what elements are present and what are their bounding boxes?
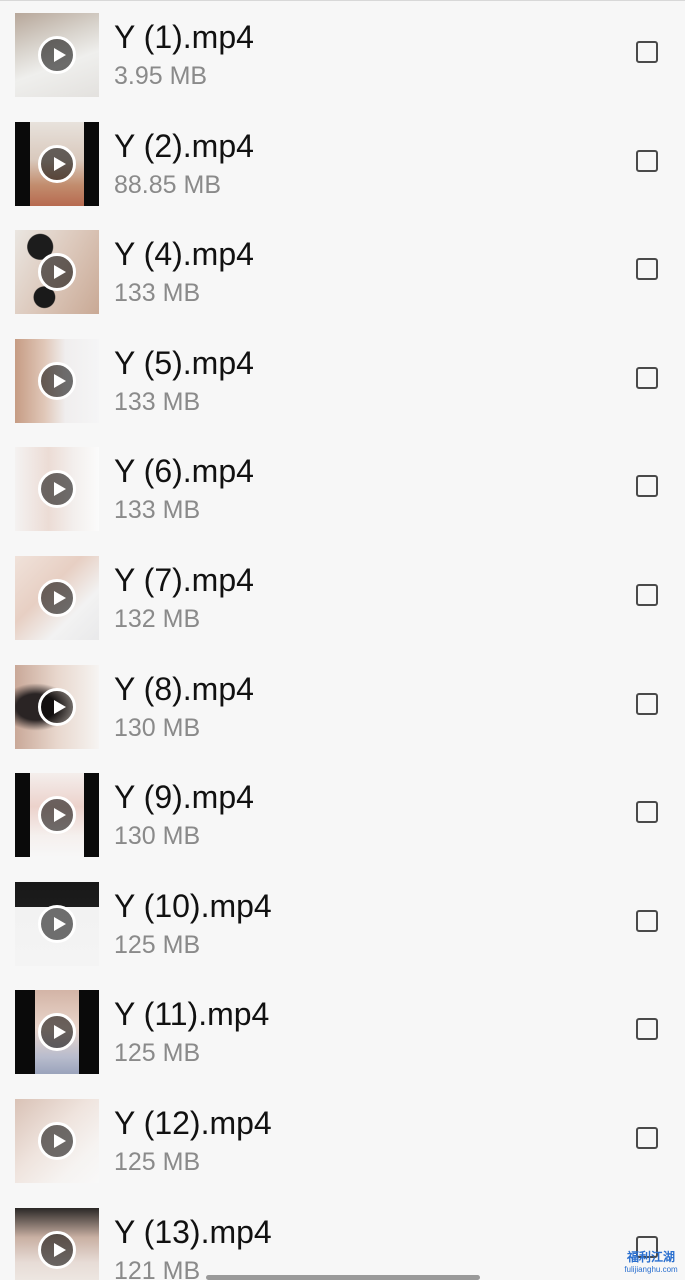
list-item[interactable]: Y (13).mp4 121 MB: [0, 1193, 685, 1280]
checkbox-icon[interactable]: [636, 909, 658, 932]
checkbox-icon[interactable]: [636, 366, 658, 389]
video-thumbnail: [15, 881, 99, 966]
play-icon: [38, 578, 76, 617]
list-item[interactable]: Y (10).mp4 125 MB: [0, 867, 685, 976]
play-icon: [38, 253, 76, 292]
file-name: Y (1).mp4: [114, 19, 254, 55]
checkbox-icon[interactable]: [636, 41, 658, 63]
video-thumbnail: [15, 664, 99, 749]
list-item[interactable]: Y (5).mp4 133 MB: [0, 324, 685, 433]
play-icon: [38, 796, 76, 835]
play-icon: [38, 36, 76, 74]
file-name: Y (6).mp4: [114, 453, 254, 490]
file-name: Y (13).mp4: [114, 1213, 272, 1250]
file-name: Y (5).mp4: [114, 344, 254, 381]
file-size: 88.85 MB: [114, 170, 222, 199]
list-item[interactable]: Y (8).mp4 130 MB: [0, 650, 685, 759]
list-item[interactable]: Y (1).mp4 3.95 MB: [0, 1, 685, 107]
checkbox-icon[interactable]: [636, 692, 658, 715]
video-thumbnail: [15, 990, 99, 1075]
video-thumbnail: [15, 338, 99, 423]
play-icon: [38, 687, 76, 726]
file-size: 133 MB: [114, 496, 201, 525]
file-name: Y (11).mp4: [114, 996, 270, 1033]
checkbox-icon[interactable]: [636, 1018, 658, 1041]
checkbox-icon[interactable]: [636, 149, 658, 172]
file-name: Y (8).mp4: [114, 670, 254, 707]
list-item[interactable]: Y (9).mp4 130 MB: [0, 758, 685, 867]
file-name: Y (7).mp4: [114, 561, 254, 598]
file-picker-screen: Y (1).mp4 3.95 MB Y (2).mp4 88.85 MB Y (…: [0, 0, 685, 1280]
play-icon: [38, 904, 76, 943]
file-name: Y (12).mp4: [114, 1104, 272, 1141]
checkbox-icon[interactable]: [636, 801, 658, 824]
video-thumbnail: [15, 555, 99, 640]
file-size: 132 MB: [114, 604, 201, 633]
checkbox-icon[interactable]: [636, 1126, 658, 1149]
file-size: 130 MB: [114, 713, 201, 742]
file-name: Y (10).mp4: [114, 887, 272, 924]
watermark-logo: 福利江湖 fulijianghu.com: [624, 1250, 678, 1274]
file-name: Y (2).mp4: [114, 127, 254, 164]
video-thumbnail: [15, 1207, 99, 1280]
file-size: 125 MB: [114, 1039, 201, 1068]
play-icon: [38, 144, 76, 183]
video-thumbnail: [15, 13, 99, 97]
checkbox-icon[interactable]: [636, 475, 658, 498]
file-size: 3.95 MB: [114, 62, 208, 90]
file-size: 133 MB: [114, 387, 201, 416]
video-thumbnail: [15, 230, 99, 315]
home-indicator[interactable]: [206, 1275, 480, 1280]
video-thumbnail: [15, 1098, 99, 1183]
file-size: 130 MB: [114, 822, 201, 851]
checkbox-icon[interactable]: [636, 583, 658, 606]
play-icon: [38, 1121, 76, 1160]
file-size: 125 MB: [114, 1147, 201, 1176]
file-size: 133 MB: [114, 279, 201, 308]
list-item[interactable]: Y (2).mp4 88.85 MB: [0, 107, 685, 216]
list-item[interactable]: Y (11).mp4 125 MB: [0, 975, 685, 1084]
video-thumbnail: [15, 447, 99, 532]
play-icon: [38, 1230, 76, 1269]
video-thumbnail: [15, 773, 99, 858]
list-item[interactable]: Y (6).mp4 133 MB: [0, 432, 685, 541]
list-item[interactable]: Y (4).mp4 133 MB: [0, 215, 685, 324]
file-name: Y (4).mp4: [114, 236, 254, 273]
video-file-list: Y (1).mp4 3.95 MB Y (2).mp4 88.85 MB Y (…: [0, 1, 685, 1280]
list-item[interactable]: Y (12).mp4 125 MB: [0, 1084, 685, 1193]
video-thumbnail: [15, 121, 99, 206]
file-size: 121 MB: [114, 1256, 201, 1280]
list-item[interactable]: Y (7).mp4 132 MB: [0, 541, 685, 650]
checkbox-icon[interactable]: [636, 258, 658, 281]
file-size: 125 MB: [114, 930, 201, 959]
file-name: Y (9).mp4: [114, 779, 254, 816]
play-icon: [38, 361, 76, 400]
